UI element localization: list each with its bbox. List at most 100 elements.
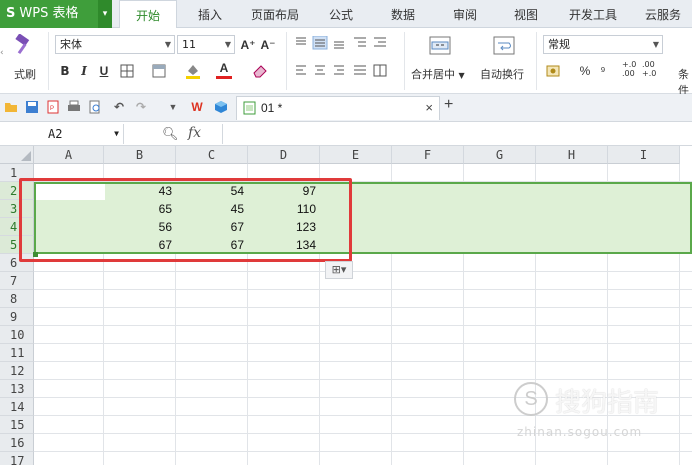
font-name-select[interactable]: 宋体 ▼ — [55, 35, 175, 54]
format-painter-icon[interactable] — [12, 34, 34, 56]
spreadsheet-grid[interactable]: ABCDEFGHI 1 2 3 4 5 6 7 8 9 10 11 12 13 14 15 16 17 43 54… — [0, 146, 692, 465]
name-box[interactable]: A2 ▼ — [0, 124, 124, 144]
row-header-15[interactable]: 15 — [0, 416, 34, 434]
column-header-g[interactable]: G — [464, 146, 536, 164]
open-folder-icon[interactable] — [4, 100, 18, 114]
currency-icon[interactable] — [546, 64, 562, 78]
column-header-i[interactable]: I — [608, 146, 680, 164]
font-color-icon[interactable]: A — [216, 61, 232, 79]
increase-font-button[interactable]: A⁺ — [240, 36, 256, 54]
new-tab-button[interactable]: + — [444, 96, 453, 114]
name-box-value: A2 — [48, 127, 63, 141]
grid-line-horizontal — [34, 379, 692, 380]
document-tab-title: 01 * — [261, 101, 283, 115]
ribbon-scroll-left-icon[interactable]: ‹ — [0, 48, 4, 58]
column-header-a[interactable]: A — [34, 146, 104, 164]
row-header-11[interactable]: 11 — [0, 344, 34, 362]
paste-options-button[interactable]: ⊞▾ — [325, 261, 353, 279]
tab-page-layout[interactable]: 页面布局 — [244, 0, 306, 28]
decrease-font-button[interactable]: A⁻ — [260, 36, 276, 54]
chevron-down-icon: ▼ — [114, 129, 119, 138]
grid-line-horizontal — [34, 271, 692, 272]
row-header-13[interactable]: 13 — [0, 380, 34, 398]
chevron-down-icon: ▼ — [164, 40, 171, 49]
grid-line-horizontal — [34, 325, 692, 326]
vertical-alignment-icons[interactable] — [294, 36, 390, 50]
print-icon[interactable] — [67, 100, 81, 114]
customize-toolbar-icon[interactable]: ▼ — [166, 100, 180, 114]
font-size-select[interactable]: 11 ▼ — [177, 35, 235, 54]
svg-text:P: P — [50, 106, 54, 112]
column-header-e[interactable]: E — [320, 146, 392, 164]
tab-developer[interactable]: 开发工具 — [562, 0, 624, 28]
select-all-corner[interactable] — [0, 146, 34, 164]
tab-home[interactable]: 开始 — [119, 0, 177, 29]
formula-input[interactable] — [226, 124, 686, 144]
watermark-text: 搜狗指南 — [555, 388, 660, 418]
tab-review[interactable]: 审阅 — [442, 0, 488, 28]
grid-line-horizontal — [34, 451, 692, 452]
italic-button[interactable]: I — [77, 62, 91, 80]
chevron-down-icon: ▼ — [224, 40, 231, 49]
ribbon-separator — [48, 32, 49, 90]
font-name-value: 宋体 — [60, 38, 82, 51]
column-header-c[interactable]: C — [176, 146, 248, 164]
merge-center-label[interactable]: 合并居中 ▼ — [411, 66, 465, 82]
comma-style-button[interactable]: ⁹ — [596, 62, 610, 80]
save-icon[interactable] — [25, 100, 39, 114]
document-tab[interactable]: 01 * × — [236, 96, 440, 120]
tab-insert[interactable]: 插入 — [186, 0, 234, 28]
row-header-16[interactable]: 16 — [0, 434, 34, 452]
format-painter-label[interactable]: 式刷 — [14, 66, 36, 82]
chevron-down-icon: ▼ — [652, 40, 659, 49]
decrease-decimal-button[interactable]: .00 +.0 — [642, 60, 656, 78]
redo-icon[interactable]: ↷ — [134, 100, 148, 114]
ribbon-separator — [536, 32, 537, 90]
number-format-select[interactable]: 常规 ▼ — [543, 35, 663, 54]
merge-center-icon[interactable] — [428, 34, 452, 58]
undo-icon[interactable]: ↶ — [112, 100, 126, 114]
insert-function-button[interactable]: fx — [188, 125, 201, 141]
tab-cloud[interactable]: 云服务 — [634, 0, 692, 28]
bold-button[interactable]: B — [57, 62, 73, 80]
app-menu-dropdown-icon[interactable]: ▾ — [98, 0, 112, 28]
clear-format-icon[interactable] — [252, 63, 268, 79]
cloud-cube-icon[interactable] — [214, 100, 228, 114]
column-header-f[interactable]: F — [392, 146, 464, 164]
wps-w-icon[interactable]: W — [190, 100, 204, 114]
wrap-text-label[interactable]: 自动换行 — [480, 66, 524, 82]
horizontal-alignment-icons[interactable] — [294, 64, 390, 78]
column-header-b[interactable]: B — [104, 146, 176, 164]
menu-bar: S WPS 表格 ▾ 开始 插入 页面布局 公式 数据 审阅 视图 开发工具 云服… — [0, 0, 692, 29]
close-tab-icon[interactable]: × — [425, 97, 433, 119]
formula-separator — [222, 124, 223, 144]
zoom-search-icon[interactable]: 🔍︎ — [162, 126, 179, 142]
increase-decimal-button[interactable]: +.0 .00 — [622, 60, 636, 78]
wps-spreadsheet-window: S WPS 表格 ▾ 开始 插入 页面布局 公式 数据 审阅 视图 开发工具 云服… — [0, 0, 692, 465]
row-header-7[interactable]: 7 — [0, 272, 34, 290]
column-header-d[interactable]: D — [248, 146, 320, 164]
watermark-url: zhinan.sogou.com — [517, 425, 643, 439]
percent-button[interactable]: % — [578, 62, 592, 80]
wrap-text-icon[interactable] — [492, 34, 516, 58]
wps-logo-icon: S — [6, 6, 16, 21]
tab-data[interactable]: 数据 — [380, 0, 426, 28]
underline-button[interactable]: U — [96, 62, 112, 80]
row-header-12[interactable]: 12 — [0, 362, 34, 380]
borders-icon[interactable] — [120, 64, 134, 78]
app-menu-button[interactable]: S WPS 表格 ▾ — [0, 0, 112, 28]
tab-view[interactable]: 视图 — [503, 0, 549, 28]
highlight-annotation-box — [19, 178, 352, 262]
print-preview-icon[interactable] — [88, 100, 102, 114]
row-header-14[interactable]: 14 — [0, 398, 34, 416]
row-header-9[interactable]: 9 — [0, 308, 34, 326]
column-header-h[interactable]: H — [536, 146, 608, 164]
row-header-17[interactable]: 17 — [0, 452, 34, 465]
cell-style-icon[interactable] — [152, 64, 166, 78]
ribbon-home: ‹ 式刷 宋体 ▼ 11 ▼ A⁺ A⁻ B I U A 合并居中 ▼ 自动换行… — [0, 28, 692, 97]
row-header-8[interactable]: 8 — [0, 290, 34, 308]
export-pdf-icon[interactable]: P — [46, 100, 60, 114]
fill-color-icon[interactable] — [185, 62, 201, 80]
row-header-10[interactable]: 10 — [0, 326, 34, 344]
tab-formulas[interactable]: 公式 — [318, 0, 364, 28]
